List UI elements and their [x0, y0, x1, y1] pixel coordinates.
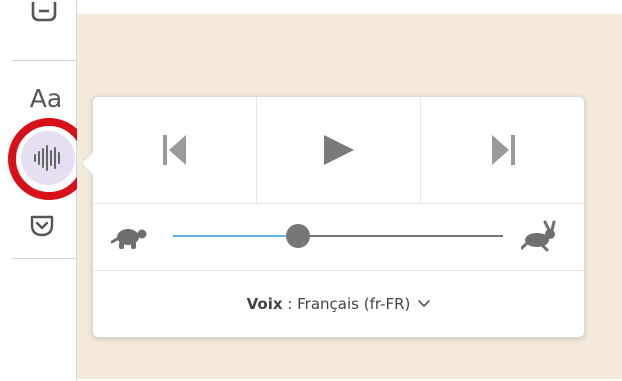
- turtle-icon: [111, 229, 147, 249]
- voice-selector[interactable]: Voix : Français (fr-FR): [93, 271, 584, 337]
- chevron-down-icon: [418, 300, 431, 307]
- rabbit-icon: [521, 220, 556, 252]
- pocket-icon: [30, 215, 54, 237]
- speed-slider-thumb[interactable]: [286, 224, 311, 248]
- list-icon: [31, 2, 57, 22]
- play-icon: [323, 135, 354, 165]
- playback-controls: [93, 97, 584, 204]
- waveform-icon: [34, 145, 60, 171]
- font-settings-label: Aa: [29, 83, 63, 113]
- toolbar-divider: [12, 258, 76, 259]
- font-settings-button[interactable]: Aa: [20, 78, 72, 118]
- toolbar-divider: [12, 60, 76, 61]
- narrate-button-background: [21, 131, 75, 185]
- save-to-pocket-button[interactable]: [20, 206, 64, 246]
- play-button[interactable]: [257, 97, 421, 203]
- next-button[interactable]: [421, 97, 584, 203]
- voice-separator: :: [282, 295, 298, 313]
- list-button[interactable]: [24, 0, 64, 26]
- narrate-button[interactable]: [10, 120, 86, 196]
- voice-label: Voix: [246, 295, 283, 313]
- reader-toolbar: Aa: [0, 0, 90, 381]
- speed-control: [93, 204, 584, 271]
- speed-slider-fill: [173, 235, 299, 237]
- voice-dropdown[interactable]: [418, 300, 431, 308]
- narrate-popup-panel: Voix : Français (fr-FR): [80, 96, 585, 338]
- voice-value: Français (fr-FR): [297, 295, 411, 313]
- previous-button[interactable]: [93, 97, 257, 203]
- previous-icon: [162, 135, 186, 165]
- speed-slider[interactable]: [173, 224, 503, 248]
- next-icon: [491, 135, 515, 165]
